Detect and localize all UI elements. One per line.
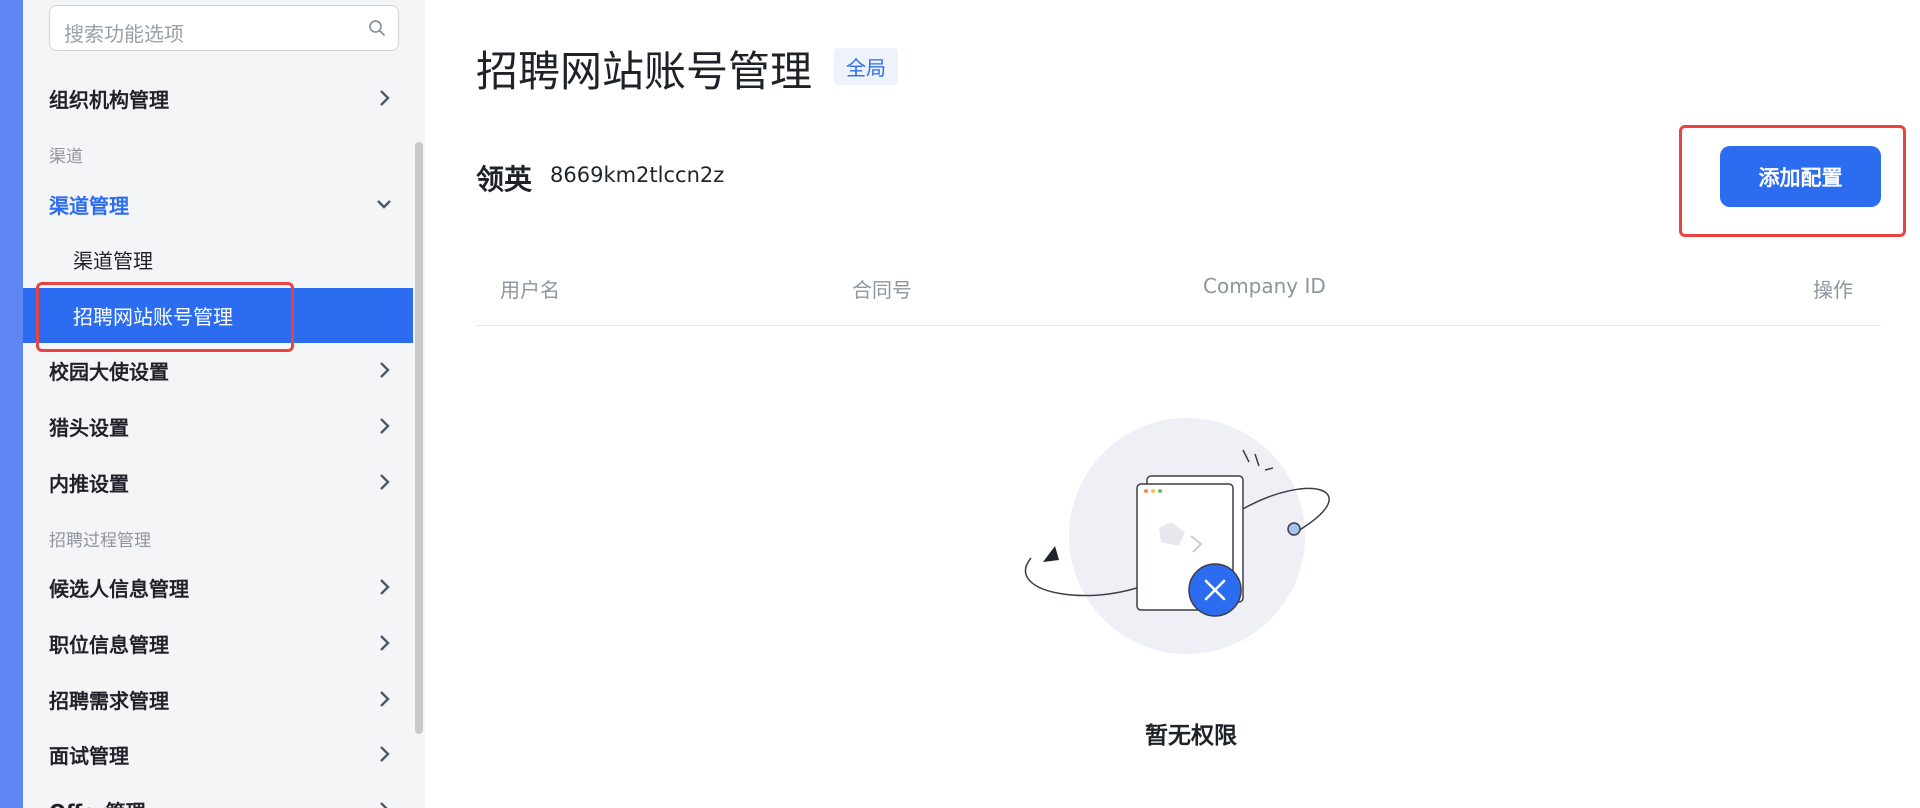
search-icon [369, 20, 385, 36]
sidebar-item-label: 候选人信息管理 [49, 577, 189, 601]
page-title: 招聘网站账号管理 [476, 47, 813, 96]
chevron-right-icon [380, 802, 388, 808]
sidebar-item-channel-management[interactable]: 渠道管理 [23, 177, 413, 232]
table-header-divider [476, 325, 1881, 326]
chevron-right-icon [380, 418, 390, 434]
sidebar-subitem-recruiting-site-accounts[interactable]: 招聘网站账号管理 [23, 288, 413, 343]
sidebar-subitem-channel-management[interactable]: 渠道管理 [23, 232, 413, 287]
sidebar-item-label: 面试管理 [49, 744, 129, 768]
sidebar-item-label: 职位信息管理 [49, 633, 169, 657]
sidebar-item-label: 招聘需求管理 [49, 689, 169, 713]
chevron-right-icon [380, 635, 390, 651]
sidebar-item-label: 组织机构管理 [49, 88, 169, 112]
sidebar-item-position-info[interactable]: 职位信息管理 [23, 616, 413, 671]
brand-name: 领英 [476, 163, 533, 196]
sidebar-item-recruiting-demand[interactable]: 招聘需求管理 [23, 672, 413, 727]
chevron-down-icon [377, 200, 391, 209]
chevron-right-icon [380, 691, 390, 707]
left-accent-strip [0, 0, 23, 808]
sidebar: 搜索功能选项 组织机构管理 渠道 渠道管理 渠道管理 招聘网站账号管理 校园大使… [23, 0, 425, 808]
empty-state-illustration [1024, 418, 1330, 654]
chevron-right-icon [380, 474, 390, 490]
sidebar-item-label: 招聘网站账号管理 [73, 305, 233, 329]
chevron-right-icon [380, 746, 390, 762]
sidebar-item-offer[interactable]: Offer管理 [23, 783, 413, 808]
sidebar-item-candidate-info[interactable]: 候选人信息管理 [23, 560, 413, 615]
search-input[interactable]: 搜索功能选项 [49, 5, 399, 51]
account-id: 8669km2tlccn2z [550, 163, 725, 187]
sidebar-item-label: 渠道管理 [49, 194, 129, 218]
search-placeholder: 搜索功能选项 [64, 22, 184, 46]
sidebar-scrollbar[interactable] [415, 142, 423, 734]
main-content: 招聘网站账号管理 全局 领英 8669km2tlccn2z 添加配置 用户名 合… [426, 0, 1920, 808]
sidebar-item-label: 猎头设置 [49, 416, 129, 440]
sidebar-item-label: 内推设置 [49, 472, 129, 496]
column-header-username: 用户名 [500, 278, 560, 302]
sidebar-item-campus-ambassador[interactable]: 校园大使设置 [23, 343, 413, 398]
sidebar-item-interview[interactable]: 面试管理 [23, 727, 413, 782]
empty-state-message: 暂无权限 [1145, 723, 1237, 749]
chevron-right-icon [380, 579, 390, 595]
scope-badge: 全局 [834, 48, 898, 85]
sidebar-section-channel: 渠道 [49, 147, 83, 167]
sidebar-item-label: 校园大使设置 [49, 360, 169, 384]
column-header-company-id: Company ID [1203, 274, 1326, 298]
column-header-actions: 操作 [1813, 278, 1853, 302]
chevron-right-icon [380, 362, 390, 378]
sidebar-item-label: 渠道管理 [73, 249, 153, 273]
sidebar-item-org-management[interactable]: 组织机构管理 [23, 71, 413, 126]
sidebar-section-recruiting-process: 招聘过程管理 [49, 531, 151, 551]
sidebar-item-headhunter[interactable]: 猎头设置 [23, 399, 413, 454]
sidebar-item-referral[interactable]: 内推设置 [23, 455, 413, 510]
chevron-right-icon [380, 90, 390, 106]
add-config-button[interactable]: 添加配置 [1720, 146, 1881, 207]
sidebar-item-label: Offer管理 [49, 796, 146, 808]
column-header-contract-no: 合同号 [852, 278, 912, 302]
